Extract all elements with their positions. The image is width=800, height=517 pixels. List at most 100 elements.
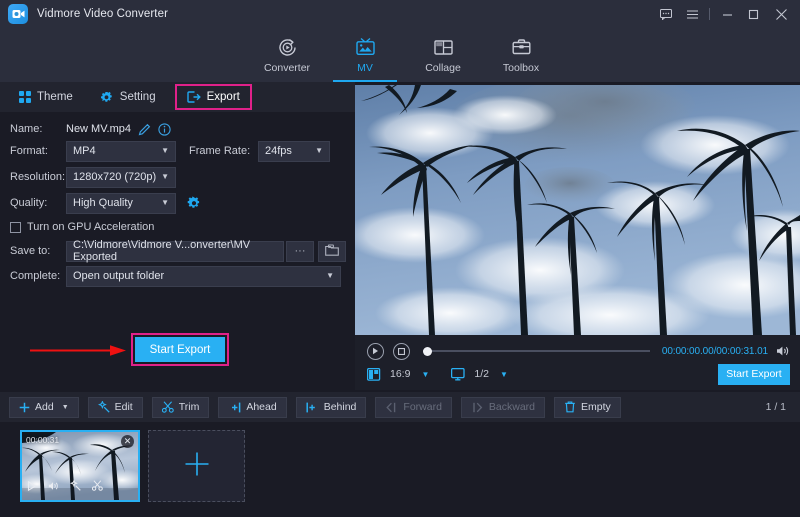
tab-label: Theme bbox=[37, 91, 73, 103]
aspect-ratio-icon[interactable] bbox=[367, 368, 381, 381]
export-arrow-icon bbox=[187, 91, 201, 103]
tab-theme[interactable]: Theme bbox=[10, 85, 82, 109]
nav-tab-converter[interactable]: Converter bbox=[248, 28, 326, 82]
monitor-icon[interactable] bbox=[451, 368, 465, 381]
toolbar-add-button[interactable]: Add ▼ bbox=[9, 397, 79, 418]
timecode-display: 00:00:00.00/00:00:31.01 bbox=[662, 346, 768, 357]
info-circle-icon[interactable] bbox=[158, 123, 171, 136]
framerate-value: 24fps bbox=[265, 145, 292, 157]
play-circle-icon[interactable] bbox=[367, 343, 384, 360]
insert-ahead-icon bbox=[228, 402, 241, 413]
preview-frame bbox=[355, 85, 800, 335]
magic-wand-icon[interactable] bbox=[70, 478, 81, 496]
converter-icon bbox=[277, 37, 298, 59]
name-label: Name: bbox=[0, 123, 66, 135]
chevron-down-icon[interactable]: ▼ bbox=[421, 370, 429, 379]
gear-icon[interactable] bbox=[187, 196, 201, 210]
play-icon[interactable] bbox=[27, 478, 37, 496]
volume-icon[interactable] bbox=[48, 478, 59, 496]
gpu-row: Turn on GPU Acceleration bbox=[0, 216, 355, 238]
toolbar-edit-button[interactable]: Edit bbox=[88, 397, 143, 418]
storyboard-strip: 00:00:31 ✕ bbox=[0, 422, 800, 517]
chevron-down-icon[interactable]: ▼ bbox=[500, 370, 508, 379]
page-indicator: 1 / 1 bbox=[766, 401, 786, 413]
video-camera-icon bbox=[12, 9, 25, 19]
resolution-select[interactable]: 1280x720 (720p) ▼ bbox=[66, 167, 176, 188]
saveto-path-field[interactable]: C:\Vidmore\Vidmore V...onverter\MV Expor… bbox=[66, 241, 284, 262]
resolution-row: Resolution: 1280x720 (720p) ▼ bbox=[0, 166, 355, 188]
nav-tab-mv[interactable]: MV bbox=[326, 28, 404, 82]
speaker-icon[interactable] bbox=[776, 345, 790, 357]
comment-icon[interactable] bbox=[653, 0, 679, 28]
complete-row: Complete: Open output folder ▼ bbox=[0, 265, 355, 287]
magic-wand-icon bbox=[98, 401, 110, 413]
plus-icon bbox=[184, 451, 210, 482]
quality-select[interactable]: High Quality ▼ bbox=[66, 193, 176, 214]
nav-tab-collage[interactable]: Collage bbox=[404, 28, 482, 82]
start-export-highlight: Start Export bbox=[131, 333, 229, 366]
clip-toolbar: Add ▼ Edit Trim bbox=[0, 392, 800, 422]
app-window: Vidmore Video Converter bbox=[0, 0, 800, 517]
aspect-ratio-value: 16:9 bbox=[390, 368, 410, 380]
quality-label: Quality: bbox=[0, 197, 66, 209]
nav-tab-label: Collage bbox=[425, 62, 461, 74]
toolbar-behind-button[interactable]: Behind bbox=[296, 397, 367, 418]
tab-setting[interactable]: Setting bbox=[92, 85, 165, 109]
playback-progress-slider[interactable] bbox=[423, 350, 650, 352]
name-value: New MV.mp4 bbox=[66, 123, 131, 135]
toolbar-backward-button[interactable]: Backward bbox=[461, 397, 545, 418]
close-icon[interactable] bbox=[766, 0, 796, 28]
sub-tab-bar: Theme Setting Export bbox=[0, 82, 355, 112]
tab-export[interactable]: Export bbox=[175, 84, 252, 110]
resolution-label: Resolution: bbox=[0, 171, 66, 183]
progress-knob[interactable] bbox=[423, 347, 432, 356]
divider bbox=[709, 8, 710, 20]
nav-tab-toolbox[interactable]: Toolbox bbox=[482, 28, 560, 82]
toolbar-ahead-button[interactable]: Ahead bbox=[218, 397, 286, 418]
scissors-icon bbox=[162, 401, 174, 413]
maximize-icon[interactable] bbox=[740, 0, 766, 28]
browse-more-button[interactable]: ··· bbox=[286, 241, 314, 262]
chevron-down-icon: ▼ bbox=[161, 147, 169, 155]
player-options-row: 16:9 ▼ 1/2 ▼ Start Export bbox=[355, 363, 800, 385]
toolbar-button-label: Behind bbox=[324, 401, 357, 413]
complete-value: Open output folder bbox=[73, 270, 164, 282]
add-clip-placeholder[interactable] bbox=[148, 430, 245, 502]
nav-tab-label: Converter bbox=[264, 62, 310, 74]
toolbar-forward-button[interactable]: Forward bbox=[375, 397, 452, 418]
mv-tv-icon bbox=[355, 37, 376, 59]
red-pointer-arrow bbox=[30, 345, 126, 356]
toolbar-button-label: Add bbox=[35, 401, 54, 413]
toolbar-trim-button[interactable]: Trim bbox=[152, 397, 210, 418]
gpu-acceleration-checkbox[interactable]: Turn on GPU Acceleration bbox=[0, 221, 154, 233]
complete-select[interactable]: Open output folder ▼ bbox=[66, 266, 341, 287]
video-preview[interactable] bbox=[355, 85, 800, 335]
hamburger-menu-icon[interactable] bbox=[679, 0, 705, 28]
gear-icon bbox=[101, 91, 114, 104]
toolbar-button-label: Forward bbox=[403, 401, 442, 413]
toolbar-empty-button[interactable]: Empty bbox=[554, 397, 621, 418]
format-value: MP4 bbox=[73, 145, 96, 157]
main-navigation: Converter MV bbox=[0, 28, 800, 82]
title-bar: Vidmore Video Converter bbox=[0, 0, 800, 28]
scissors-icon[interactable] bbox=[92, 478, 103, 496]
plus-icon bbox=[19, 402, 30, 413]
player-start-export-button[interactable]: Start Export bbox=[718, 364, 790, 385]
pencil-edit-icon[interactable] bbox=[138, 123, 151, 136]
clip-duration-badge: 00:00:31 bbox=[26, 435, 59, 445]
open-folder-button[interactable] bbox=[318, 241, 346, 262]
close-circle-icon[interactable]: ✕ bbox=[121, 435, 134, 448]
resolution-value: 1280x720 (720p) bbox=[73, 171, 156, 183]
stop-circle-icon[interactable] bbox=[393, 343, 410, 360]
ellipsis-icon: ··· bbox=[295, 245, 306, 257]
move-forward-icon bbox=[385, 402, 398, 413]
format-select[interactable]: MP4 ▼ bbox=[66, 141, 176, 162]
toolbar-button-label: Backward bbox=[489, 401, 535, 413]
framerate-select[interactable]: 24fps ▼ bbox=[258, 141, 330, 162]
name-row: Name: New MV.mp4 bbox=[0, 118, 355, 140]
tab-label: Export bbox=[207, 91, 240, 103]
clip-thumbnail[interactable]: 00:00:31 ✕ bbox=[20, 430, 140, 502]
move-backward-icon bbox=[471, 402, 484, 413]
start-export-button[interactable]: Start Export bbox=[135, 337, 225, 362]
minimize-icon[interactable] bbox=[714, 0, 740, 28]
